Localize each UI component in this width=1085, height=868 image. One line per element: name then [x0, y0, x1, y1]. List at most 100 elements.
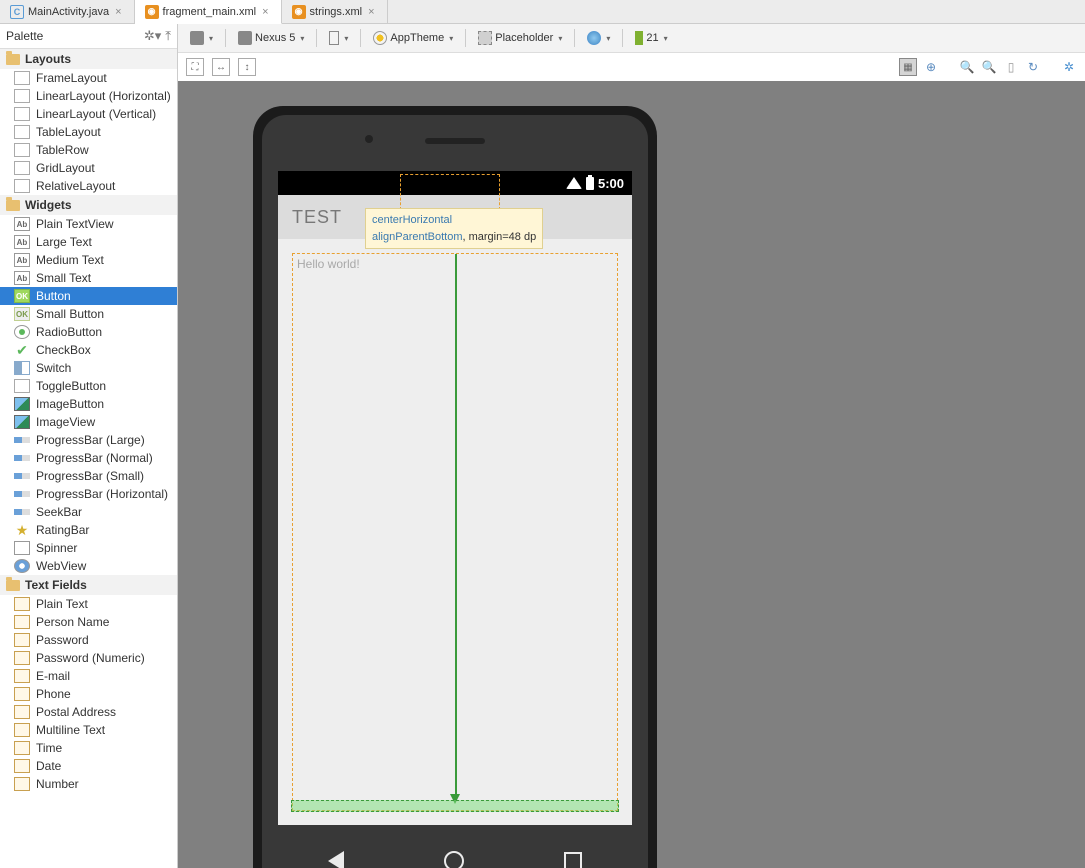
palette-group-widgets[interactable]: Widgets [0, 195, 177, 215]
palette-item-seekbar[interactable]: SeekBar [0, 503, 177, 521]
render-mode-dropdown[interactable] [184, 28, 219, 48]
layout-icon [14, 179, 30, 193]
palette-item-linearlayout-vertical-[interactable]: LinearLayout (Vertical) [0, 105, 177, 123]
nav-bar [278, 839, 632, 868]
palette-item-relativelayout[interactable]: RelativeLayout [0, 177, 177, 195]
palette-item-large-text[interactable]: AbLarge Text [0, 233, 177, 251]
tab-strings-xml[interactable]: ◉strings.xml× [282, 0, 388, 23]
palette-item-date[interactable]: Date [0, 757, 177, 775]
placeholder-dropdown[interactable]: Placeholder [472, 28, 568, 48]
orientation-dropdown[interactable] [323, 28, 354, 48]
palette-item-password-numeric-[interactable]: Password (Numeric) [0, 649, 177, 667]
palette-item-small-button[interactable]: OKSmall Button [0, 305, 177, 323]
palette-item-webview[interactable]: WebView [0, 557, 177, 575]
palette-item-label: WebView [36, 559, 86, 573]
palette-item-multiline-text[interactable]: Multiline Text [0, 721, 177, 739]
palette-item-plain-textview[interactable]: AbPlain TextView [0, 215, 177, 233]
settings-gear-icon[interactable]: ✲ [1061, 59, 1077, 75]
palette-item-radiobutton[interactable]: RadioButton [0, 323, 177, 341]
palette-item-tablerow[interactable]: TableRow [0, 141, 177, 159]
palette-item-imageview[interactable]: ImageView [0, 413, 177, 431]
api-dropdown[interactable]: 21 [629, 28, 673, 48]
palette-item-small-text[interactable]: AbSmall Text [0, 269, 177, 287]
palette-item-button[interactable]: OKButton [0, 287, 177, 305]
palette-item-progressbar-horizontal-[interactable]: ProgressBar (Horizontal) [0, 485, 177, 503]
close-icon[interactable]: × [366, 6, 376, 18]
palette-item-spinner[interactable]: Spinner [0, 539, 177, 557]
palette-item-label: Plain TextView [36, 217, 114, 231]
tab-mainactivity-java[interactable]: CMainActivity.java× [0, 0, 135, 23]
page-icon[interactable]: ▯ [1003, 59, 1019, 75]
tf-icon [14, 669, 30, 683]
drag-preview[interactable] [400, 174, 500, 210]
palette-item-checkbox[interactable]: ✔CheckBox [0, 341, 177, 359]
palette-item-medium-text[interactable]: AbMedium Text [0, 251, 177, 269]
star-icon: ★ [14, 523, 30, 537]
palette-item-ratingbar[interactable]: ★RatingBar [0, 521, 177, 539]
back-icon[interactable] [328, 851, 344, 868]
tf-icon [14, 687, 30, 701]
bar-icon [14, 509, 30, 515]
close-icon[interactable]: × [113, 6, 123, 18]
palette-item-label: ProgressBar (Horizontal) [36, 487, 168, 501]
palette-item-postal-address[interactable]: Postal Address [0, 703, 177, 721]
design-canvas[interactable]: 5:00 TEST Hello world! [178, 81, 1085, 868]
palette-item-progressbar-normal-[interactable]: ProgressBar (Normal) [0, 449, 177, 467]
palette-item-label: Medium Text [36, 253, 104, 267]
layout-bounds[interactable]: Hello world! centerHorizontal alignParen… [292, 253, 618, 811]
palette-item-imagebutton[interactable]: ImageButton [0, 395, 177, 413]
device-dropdown[interactable]: Nexus 5 [232, 28, 310, 48]
theme-dropdown[interactable]: AppTheme [367, 28, 459, 48]
zoom-fit-icon[interactable]: ⊕ [923, 59, 939, 75]
zoom-out-icon[interactable]: 🔍 [981, 59, 997, 75]
palette-item-gridlayout[interactable]: GridLayout [0, 159, 177, 177]
align-horizontal-icon[interactable]: ↔ [212, 58, 230, 76]
palette-item-label: Spinner [36, 541, 77, 555]
palette-item-person-name[interactable]: Person Name [0, 613, 177, 631]
palette-item-label: Switch [36, 361, 71, 375]
palette-item-password[interactable]: Password [0, 631, 177, 649]
collapse-icon[interactable]: ⤒ [165, 28, 171, 44]
palette-item-label: RadioButton [36, 325, 102, 339]
tab-label: MainActivity.java [28, 6, 109, 18]
zoom-in-icon[interactable]: 🔍 [959, 59, 975, 75]
palette-header: Palette ✲▾ ⤒ [0, 24, 177, 49]
close-icon[interactable]: × [260, 6, 270, 18]
recents-icon[interactable] [564, 852, 582, 868]
align-vertical-icon[interactable]: ↕ [238, 58, 256, 76]
palette-item-linearlayout-horizontal-[interactable]: LinearLayout (Horizontal) [0, 87, 177, 105]
palette-item-phone[interactable]: Phone [0, 685, 177, 703]
palette-item-framelayout[interactable]: FrameLayout [0, 69, 177, 87]
palette-item-label: E-mail [36, 669, 70, 683]
layout-icon [14, 125, 30, 139]
palette-item-plain-text[interactable]: Plain Text [0, 595, 177, 613]
designer-subbar: ⛶ ↔ ↕ ▦ ⊕ 🔍 🔍 ▯ ↻ ✲ [178, 53, 1085, 81]
palette-item-progressbar-small-[interactable]: ProgressBar (Small) [0, 467, 177, 485]
palette-item-switch[interactable]: Switch [0, 359, 177, 377]
palette-item-time[interactable]: Time [0, 739, 177, 757]
tab-fragment_main-xml[interactable]: ◉fragment_main.xml× [135, 0, 282, 24]
palette-item-number[interactable]: Number [0, 775, 177, 793]
palette-item-e-mail[interactable]: E-mail [0, 667, 177, 685]
design-view-icon[interactable]: ▦ [899, 58, 917, 76]
palette-group-text-fields[interactable]: Text Fields [0, 575, 177, 595]
locale-dropdown[interactable] [581, 28, 616, 48]
drop-zone[interactable] [291, 800, 619, 812]
bar-icon [14, 455, 30, 461]
bar-icon [14, 473, 30, 479]
hello-textview[interactable]: Hello world! [297, 257, 360, 271]
palette-item-togglebutton[interactable]: ToggleButton [0, 377, 177, 395]
viewport-toggle-icon[interactable]: ⛶ [186, 58, 204, 76]
refresh-icon[interactable]: ↻ [1025, 59, 1041, 75]
palette-item-progressbar-large-[interactable]: ProgressBar (Large) [0, 431, 177, 449]
img-icon [14, 397, 30, 411]
palette-list: LayoutsFrameLayoutLinearLayout (Horizont… [0, 49, 177, 868]
layout-content[interactable]: Hello world! centerHorizontal alignParen… [278, 239, 632, 825]
home-icon[interactable] [444, 851, 464, 868]
palette-item-label: ImageView [36, 415, 95, 429]
palette-group-layouts[interactable]: Layouts [0, 49, 177, 69]
palette-item-label: SeekBar [36, 505, 82, 519]
tooltip-param-1: centerHorizontal [372, 214, 452, 226]
palette-item-tablelayout[interactable]: TableLayout [0, 123, 177, 141]
gear-icon[interactable]: ✲▾ [144, 28, 161, 44]
